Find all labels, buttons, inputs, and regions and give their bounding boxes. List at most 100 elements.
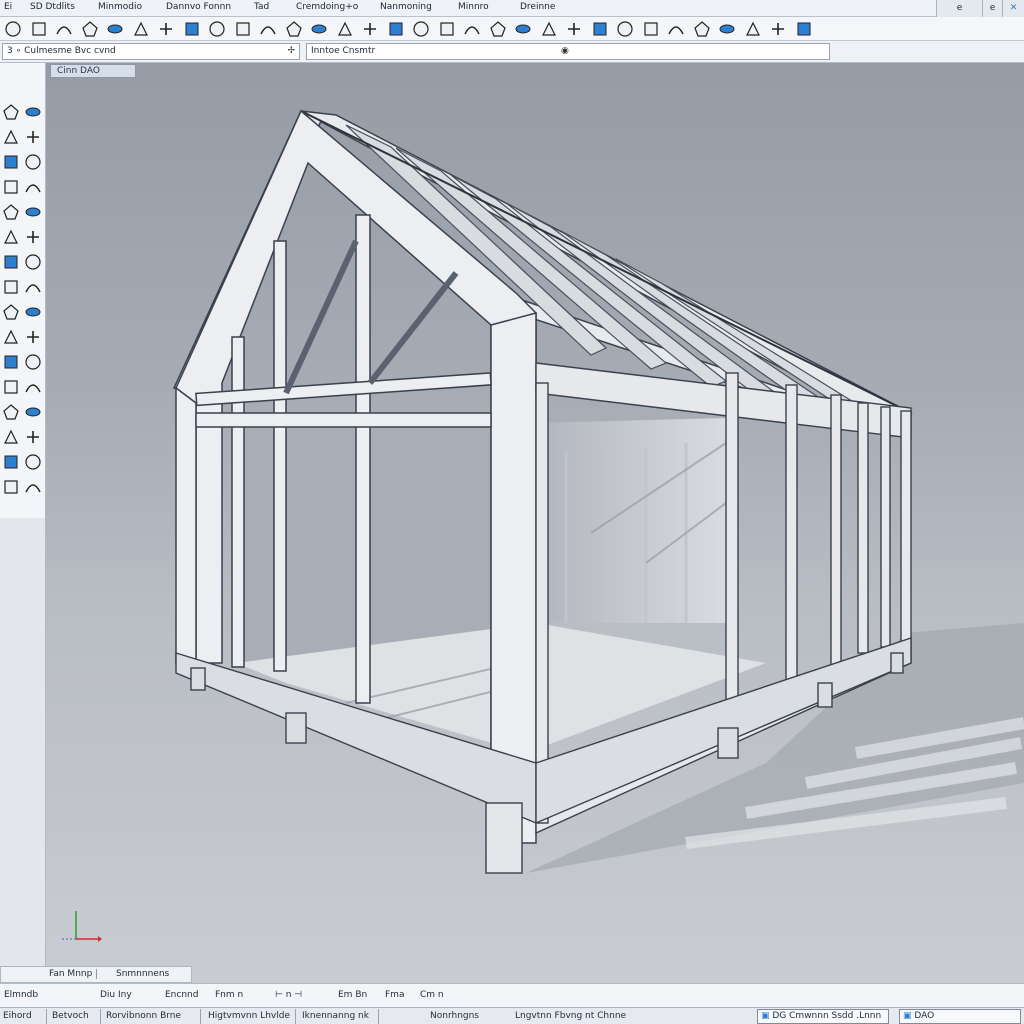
menu-item-view[interactable]: Dannvo Fonnn: [166, 2, 231, 12]
command-item-1[interactable]: Elmndb: [4, 990, 38, 1000]
menu-item-help[interactable]: Dreinne: [520, 2, 555, 12]
print-icon[interactable]: [769, 20, 786, 37]
image-icon[interactable]: [718, 20, 735, 37]
render-icon[interactable]: [616, 20, 633, 37]
status-item-4[interactable]: Higtvmvnn Lhvlde: [208, 1011, 290, 1021]
pipe-icon[interactable]: [106, 20, 123, 37]
chamfer-icon[interactable]: [2, 278, 20, 296]
tab-layout[interactable]: Snmnnnens: [116, 969, 169, 979]
viewport-view-label[interactable]: Cinn DAO: [50, 64, 136, 78]
stretch-icon[interactable]: [24, 253, 42, 271]
extrude-icon[interactable]: [157, 20, 174, 37]
rotate-icon[interactable]: [259, 20, 276, 37]
status-item-5[interactable]: Iknennanng nk: [302, 1011, 369, 1021]
array-icon[interactable]: [24, 228, 42, 246]
command-item-5[interactable]: ⊢ n ⊣: [275, 990, 302, 1000]
circle-tool-icon[interactable]: [24, 153, 42, 171]
slab-icon[interactable]: [24, 403, 42, 421]
window-icon[interactable]: [2, 353, 20, 371]
align-icon[interactable]: [412, 20, 429, 37]
model-viewport[interactable]: [46, 63, 1024, 983]
status-item-2[interactable]: Betvoch: [52, 1011, 89, 1021]
sun-icon[interactable]: [642, 20, 659, 37]
level-icon[interactable]: [24, 428, 42, 446]
polygon-icon[interactable]: [81, 20, 98, 37]
offset-icon[interactable]: [2, 203, 20, 221]
scale-icon[interactable]: [285, 20, 302, 37]
monitor-icon[interactable]: [795, 20, 812, 37]
roof-icon[interactable]: [24, 353, 42, 371]
close-button[interactable]: ✕: [1002, 0, 1024, 17]
explode-icon[interactable]: [2, 303, 20, 321]
wall-icon[interactable]: [2, 328, 20, 346]
command-item-6[interactable]: Em Bn: [338, 990, 367, 1000]
arc-tool-icon[interactable]: [2, 153, 20, 171]
minimize-button[interactable]: e: [936, 0, 982, 17]
door-icon[interactable]: [24, 328, 42, 346]
menu-item-edit[interactable]: Minmodio: [98, 2, 142, 12]
cylinder-icon[interactable]: [132, 20, 149, 37]
restore-button[interactable]: e: [982, 0, 1002, 17]
material-icon[interactable]: [2, 453, 20, 471]
select-icon[interactable]: [2, 103, 20, 121]
target-icon[interactable]: ✢: [287, 44, 295, 59]
lock-icon[interactable]: [183, 20, 200, 37]
text-icon[interactable]: [693, 20, 710, 37]
cube-icon[interactable]: [30, 20, 47, 37]
stair-icon[interactable]: [2, 378, 20, 396]
menu-item-file[interactable]: SD Dtdlits: [30, 2, 75, 12]
menu-item-app[interactable]: Ei: [4, 2, 12, 12]
extend-icon[interactable]: [2, 253, 20, 271]
sphere-icon[interactable]: [4, 20, 21, 37]
move-icon[interactable]: [336, 20, 353, 37]
coordinates-display[interactable]: ▣ DG Cmwnnn Ssdd .Lnnn: [757, 1009, 889, 1024]
command-item-4[interactable]: Fnm n: [215, 990, 243, 1000]
save-icon[interactable]: [744, 20, 761, 37]
column-icon[interactable]: [2, 403, 20, 421]
command-item-2[interactable]: Diu Iny: [100, 990, 132, 1000]
menu-item-tools[interactable]: Tad: [254, 2, 269, 12]
rectangle-icon[interactable]: [2, 178, 20, 196]
layer-icon[interactable]: [565, 20, 582, 37]
grid-icon[interactable]: [2, 428, 20, 446]
tab-model[interactable]: Fan Mnnp: [49, 969, 98, 979]
camera-icon[interactable]: [591, 20, 608, 37]
join-icon[interactable]: [24, 278, 42, 296]
line-icon[interactable]: [2, 128, 20, 146]
arc-icon[interactable]: [55, 20, 72, 37]
snap-icon[interactable]: ◉: [561, 44, 569, 59]
trim-icon[interactable]: [438, 20, 455, 37]
fillet-icon[interactable]: [24, 203, 42, 221]
light-icon[interactable]: [24, 453, 42, 471]
mode-display[interactable]: ▣ DAO: [899, 1009, 1021, 1024]
walk-icon[interactable]: [24, 478, 42, 496]
properties-field[interactable]: 3 ∘ Culmesme Bvc cvnd ✢: [2, 43, 300, 60]
measure-icon[interactable]: [361, 20, 378, 37]
copy-icon[interactable]: [310, 20, 327, 37]
command-item-3[interactable]: Encnnd: [165, 990, 198, 1000]
beam-icon[interactable]: [24, 378, 42, 396]
cloud-icon[interactable]: [667, 20, 684, 37]
hatch-icon[interactable]: [463, 20, 480, 37]
link-icon[interactable]: [540, 20, 557, 37]
section-icon[interactable]: [387, 20, 404, 37]
command-field[interactable]: Inntoe Cnsmtr ◉: [306, 43, 830, 60]
menu-item-draw[interactable]: Cremdoing+o: [296, 2, 358, 12]
status-item-6[interactable]: Nonrhngns: [430, 1011, 479, 1021]
scissors-icon[interactable]: [514, 20, 531, 37]
command-item-8[interactable]: Cm n: [420, 990, 444, 1000]
cone-icon[interactable]: [208, 20, 225, 37]
pencil-icon[interactable]: [489, 20, 506, 37]
command-item-7[interactable]: Fma: [385, 990, 404, 1000]
menu-item-modify[interactable]: Nanmoning: [380, 2, 432, 12]
status-item-1[interactable]: Eihord: [3, 1011, 32, 1021]
menu-item-window[interactable]: Minnro: [458, 2, 489, 12]
status-item-7[interactable]: Lngvtnn Fbvng nt Chnne: [515, 1011, 626, 1021]
spline-icon[interactable]: [24, 178, 42, 196]
view-icon[interactable]: [2, 478, 20, 496]
dimension-icon[interactable]: [234, 20, 251, 37]
polyline-icon[interactable]: [24, 128, 42, 146]
mirror-icon[interactable]: [2, 228, 20, 246]
pan-icon[interactable]: [24, 103, 42, 121]
block-icon[interactable]: [24, 303, 42, 321]
